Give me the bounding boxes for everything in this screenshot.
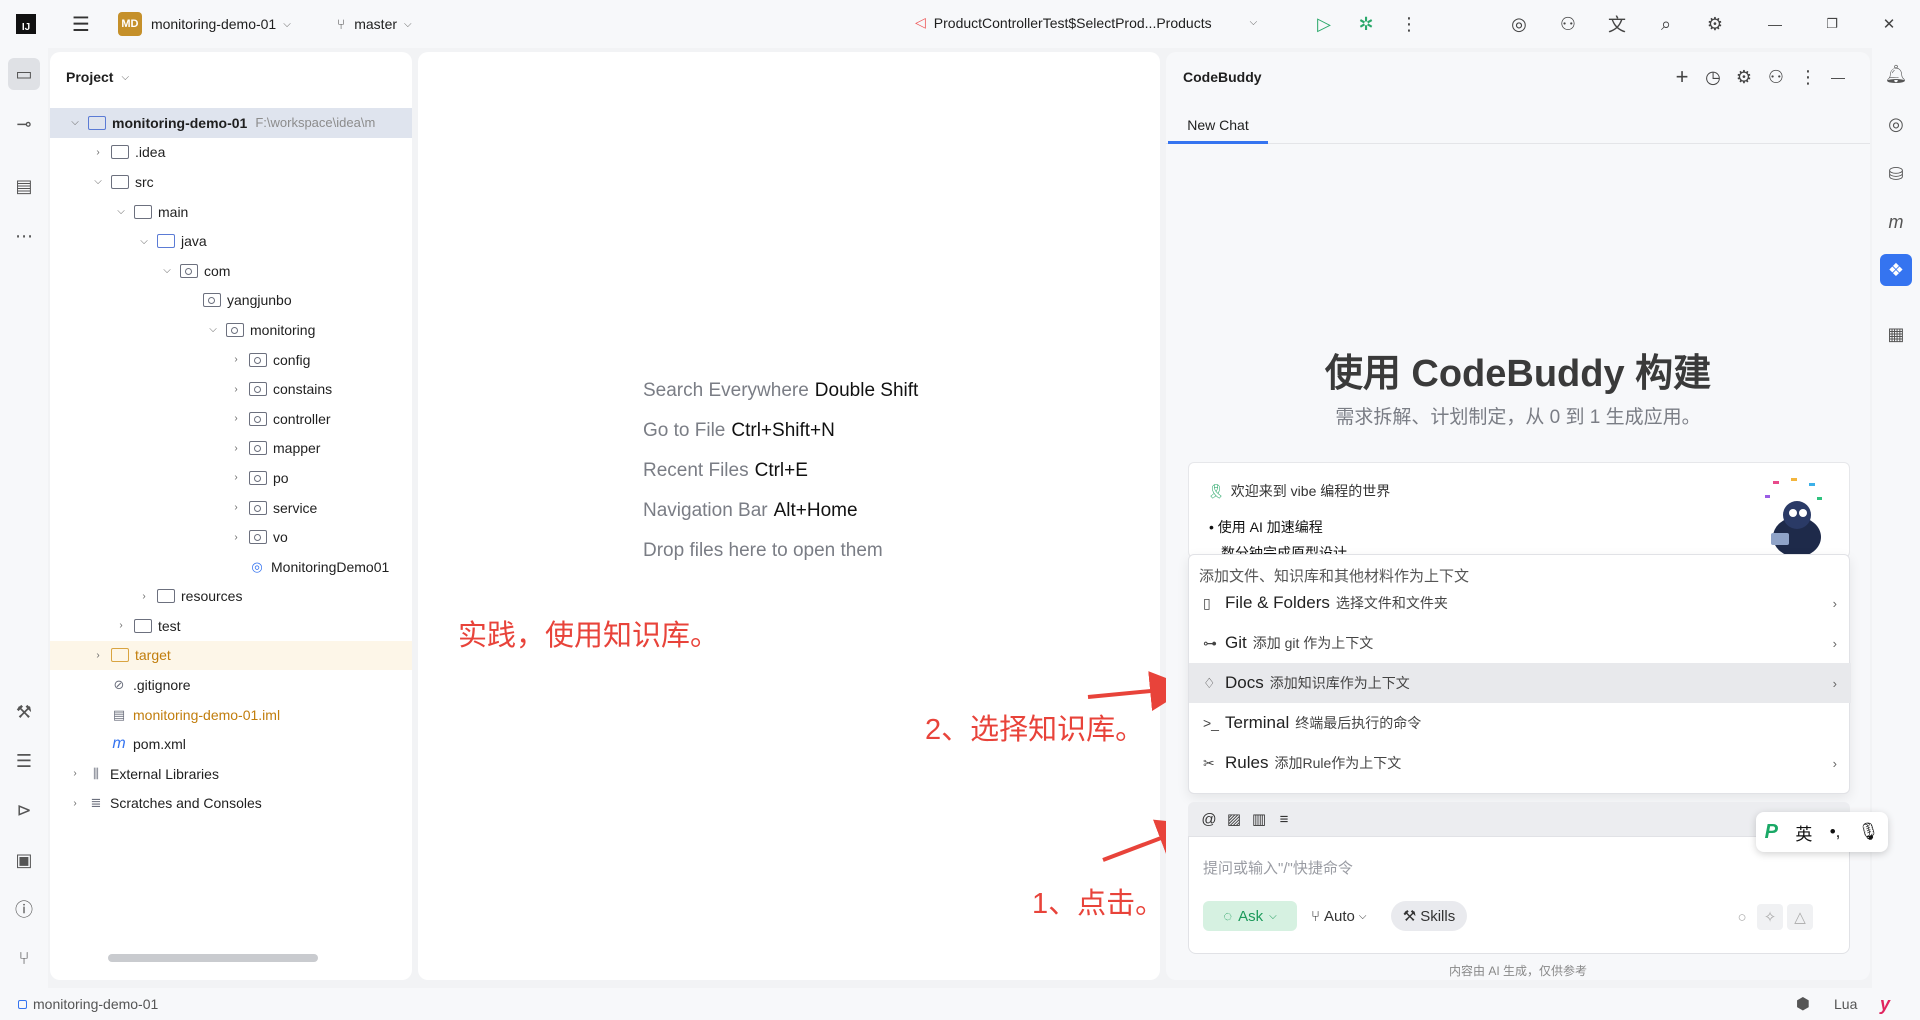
- welcome-card: 🎗︎ 欢迎来到 vibe 编程的世界 • 使用 AI 加速编程 数分钟完成原型设计: [1188, 462, 1850, 561]
- ribbon-icon: 🎗︎: [1207, 483, 1225, 499]
- minimize-panel-icon[interactable]: —: [1826, 65, 1850, 89]
- codebuddy-title: CodeBuddy: [1183, 69, 1262, 85]
- rules-icon: ✂: [1203, 754, 1215, 771]
- image-upload-icon[interactable]: ▨: [1223, 808, 1245, 830]
- more-vertical-icon[interactable]: ⋮: [1796, 65, 1820, 89]
- ai-disclaimer: 内容由 AI 生成，仅供参考: [1448, 964, 1587, 978]
- status-bar: monitoring-demo-01 ⬢ Lua y: [0, 988, 1920, 1020]
- user-icon[interactable]: ⚇: [1764, 65, 1788, 89]
- enhance-sparkle-icon[interactable]: ✧: [1757, 904, 1783, 930]
- yi-app-icon[interactable]: y: [1880, 994, 1890, 1015]
- settings-gear-icon[interactable]: ⚙: [1732, 65, 1756, 89]
- status-circle-icon: ○: [1737, 908, 1747, 926]
- chevron-right-icon: ›: [1832, 635, 1837, 651]
- codebuddy-tabs: New Chat: [1166, 108, 1870, 144]
- context-menu: 添加文件、知识库和其他材料作为上下文 ▯ File & Folders 选择文件…: [1188, 554, 1851, 794]
- chevron-right-icon: ›: [1832, 675, 1837, 691]
- history-icon[interactable]: ◷: [1701, 65, 1725, 89]
- bulb-icon: ♢: [1203, 674, 1216, 691]
- microphone-icon[interactable]: 🎙︎: [1858, 822, 1880, 842]
- ime-punctuation[interactable]: •,: [1830, 822, 1841, 842]
- list-menu-icon[interactable]: ≡: [1273, 808, 1295, 830]
- ime-logo-icon: P: [1764, 820, 1779, 843]
- context-item-git[interactable]: ⊶ Git 添加 git 作为上下文 ›: [1189, 623, 1851, 663]
- ime-mode[interactable]: 英: [1795, 820, 1812, 845]
- context-item-file-folders[interactable]: ▯ File & Folders 选择文件和文件夹 ›: [1189, 583, 1851, 623]
- model-auto-button[interactable]: ⑂ Auto ⌵: [1311, 901, 1366, 931]
- send-icon[interactable]: △: [1787, 904, 1813, 930]
- at-mention-icon[interactable]: @: [1198, 808, 1220, 830]
- context-item-terminal[interactable]: >_ Terminal 终端最后执行的命令: [1189, 703, 1851, 743]
- context-item-docs[interactable]: ♢ Docs 添加知识库作为上下文 ›: [1189, 663, 1851, 703]
- model-switch-icon: ⑂: [1311, 907, 1321, 925]
- ask-mode-button[interactable]: ◌ Ask ⌵: [1203, 901, 1297, 931]
- new-chat-plus-icon[interactable]: +: [1670, 64, 1694, 89]
- input-toolbar: @ ▨ ▥ ≡: [1188, 802, 1850, 836]
- git-icon: ⊶: [1203, 634, 1217, 651]
- plugin-hexagon-icon[interactable]: ⬢: [1796, 994, 1810, 1014]
- chat-bubble-icon: ◌: [1223, 907, 1233, 925]
- chevron-right-icon: ›: [1832, 595, 1837, 611]
- skills-tool-icon: ⚒: [1402, 908, 1417, 925]
- ime-toolbar: P 英 •, 🎙︎: [1756, 812, 1888, 852]
- tab-new-chat[interactable]: New Chat: [1168, 108, 1268, 144]
- codebuddy-subtitle: 需求拆解、计划制定，从 0 到 1 生成应用。: [1335, 407, 1701, 428]
- context-item-rules[interactable]: ✂ Rules 添加Rule作为上下文 ›: [1189, 743, 1851, 783]
- skills-button[interactable]: ⚒ Skills: [1391, 901, 1467, 931]
- chat-input-placeholder[interactable]: 提问或输入"/"快捷命令: [1203, 857, 1353, 878]
- knowledge-book-icon[interactable]: ▥: [1248, 808, 1270, 830]
- status-project-name[interactable]: monitoring-demo-01: [33, 996, 158, 1012]
- status-language[interactable]: Lua: [1834, 996, 1857, 1012]
- chevron-down-icon: ⌵: [1358, 910, 1367, 922]
- terminal-prompt-icon: >_: [1203, 715, 1219, 731]
- welcome-item: • 使用 AI 加速编程: [1209, 519, 1323, 535]
- chevron-down-icon: ⌵: [1269, 910, 1277, 922]
- chevron-right-icon: ›: [1832, 755, 1837, 771]
- file-icon: ▯: [1203, 594, 1211, 611]
- codebuddy-headline: 使用 CodeBuddy 构建: [1324, 353, 1712, 395]
- chat-input-box[interactable]: 提问或输入"/"快捷命令 ◌ Ask ⌵ ⑂ Auto ⌵ ⚒ Skills ○…: [1188, 836, 1850, 954]
- welcome-title: 🎗︎ 欢迎来到 vibe 编程的世界: [1207, 483, 1391, 499]
- mascot-illustration-icon: [1765, 478, 1822, 555]
- project-square-icon: [18, 999, 27, 1009]
